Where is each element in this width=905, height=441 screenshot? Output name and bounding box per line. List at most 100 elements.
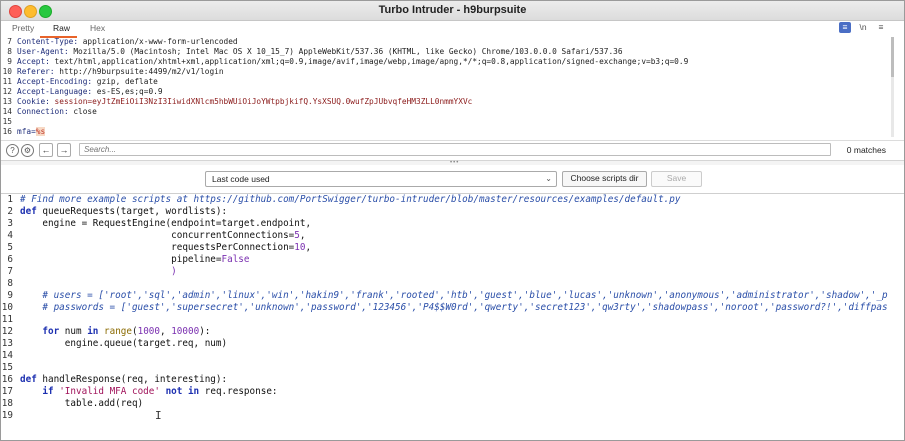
choose-scripts-dir-button[interactable]: Choose scripts dir	[562, 171, 647, 187]
line-number: 3	[7, 218, 13, 229]
line-number: 9	[7, 290, 13, 301]
code-token: # passwords = ['guest','supersecret','un…	[20, 302, 888, 313]
line-number: 5	[7, 242, 13, 253]
code-token: engine.queue(target.req, num)	[20, 338, 228, 349]
code-token: ,	[299, 230, 306, 241]
code-token: pipeline=	[20, 254, 222, 265]
code-token: num	[59, 326, 88, 337]
script-editor[interactable]: 1 # Find more example scripts at https://…	[0, 194, 905, 439]
request-line: 13 Cookie: session=eyJtZmEiOiI3NzI3IiwidX…	[2, 97, 473, 106]
code-token: table.add(req)	[20, 398, 144, 409]
code-token: # users = ['root','sql','admin','linux',…	[20, 290, 888, 301]
view-tabs: Pretty Raw Hex	[0, 21, 905, 38]
code-line: 3 engine = RequestEngine(endpoint=target…	[0, 218, 311, 230]
line-number: 18	[1, 398, 13, 409]
code-line: 10 # passwords = ['guest','supersecret',…	[0, 302, 888, 314]
request-line: 16 mfa=%s	[2, 127, 46, 136]
help-icon[interactable]: ?	[6, 144, 19, 157]
code-token: ,	[305, 242, 312, 253]
code-token: in	[87, 326, 99, 337]
line-number: 19	[1, 410, 13, 421]
code-token: req.response:	[199, 386, 278, 397]
search-bar: ? ⚙ ← → 0 matches	[0, 140, 905, 160]
payload-marker: %s	[35, 127, 46, 136]
code-line: 5 requestsPerConnection=10,	[0, 242, 311, 254]
window-titlebar: Turbo Intruder - h9burpsuite	[0, 0, 905, 21]
line-number: 10	[1, 302, 13, 313]
code-token: def	[20, 374, 37, 385]
code-token: range	[104, 326, 132, 337]
line-number: 15	[1, 362, 13, 373]
code-token: 'Invalid MFA code'	[59, 386, 160, 397]
script-controls: Last code used ⌄ Choose scripts dir Save	[0, 165, 905, 194]
code-token: not in	[165, 386, 200, 397]
code-token: )	[20, 266, 177, 277]
code-line: 17 if 'Invalid MFA code' not in req.resp…	[0, 386, 278, 398]
code-line: 13 engine.queue(target.req, num)	[0, 338, 227, 350]
request-line: 9 Accept: text/html,application/xhtml+xml…	[7, 57, 689, 66]
code-token: # Find more example scripts at https://g…	[20, 194, 681, 205]
code-token: for	[42, 326, 60, 337]
code-line: 9 # users = ['root','sql','admin','linux…	[0, 290, 888, 302]
code-line: 12 for num in range(1000, 10000):	[0, 326, 211, 338]
line-number: 8	[7, 278, 13, 289]
code-token: False	[221, 254, 250, 265]
text-cursor-icon: I	[155, 409, 162, 422]
tab-hex[interactable]: Hex	[90, 23, 105, 33]
code-line: 14	[0, 350, 20, 362]
code-token: 10000	[171, 326, 200, 337]
line-number: 17	[1, 386, 13, 397]
request-line: 14 Connection: close	[2, 107, 97, 116]
code-line: 11	[0, 314, 20, 326]
code-line: 2 def queueRequests(target, wordlists):	[0, 206, 227, 218]
next-match-button[interactable]: →	[57, 143, 71, 157]
code-line: 19	[0, 410, 20, 422]
code-line: 15	[0, 362, 20, 374]
code-line: 16 def handleResponse(req, interesting):	[0, 374, 227, 386]
script-select[interactable]: Last code used ⌄	[205, 171, 557, 187]
line-number: 13	[1, 338, 13, 349]
chevron-down-icon: ⌄	[545, 174, 552, 183]
code-line: 8	[0, 278, 20, 290]
script-select-value: Last code used	[212, 174, 270, 184]
newline-icon[interactable]: \n	[857, 22, 869, 33]
save-button[interactable]: Save	[651, 171, 702, 187]
request-line: 7 Content-Type: application/x-www-form-ur…	[7, 37, 238, 46]
lines-icon[interactable]: ≡	[839, 22, 851, 33]
line-number: 6	[7, 254, 13, 265]
code-line: 7 )	[0, 266, 177, 278]
request-line: 12 Accept-Language: es-ES,es;q=0.9	[2, 87, 163, 96]
request-scrollbar-thumb[interactable]	[891, 37, 894, 77]
code-token: ):	[199, 326, 211, 337]
previous-match-button[interactable]: ←	[39, 143, 53, 157]
line-number: 1	[7, 194, 13, 205]
window-title: Turbo Intruder - h9burpsuite	[378, 4, 527, 16]
tab-raw[interactable]: Raw	[53, 23, 70, 33]
code-line: 4 concurrentConnections=5,	[0, 230, 305, 242]
code-token: def	[20, 206, 37, 217]
line-number: 16	[1, 374, 13, 385]
code-line: 1 # Find more example scripts at https://…	[0, 194, 680, 206]
code-line: 6 pipeline=False	[0, 254, 250, 266]
menu-icon[interactable]: ≡	[875, 22, 887, 33]
settings-gear-icon[interactable]: ⚙	[21, 144, 34, 157]
code-token: engine = RequestEngine(endpoint=target.e…	[20, 218, 312, 229]
search-input[interactable]	[79, 143, 831, 156]
line-number: 12	[1, 326, 13, 337]
line-number: 4	[7, 230, 13, 241]
code-line: 18 table.add(req)	[0, 398, 143, 410]
request-line: 11 Accept-Encoding: gzip, deflate	[2, 77, 158, 86]
editor-toolbar: ≡ \n ≡	[839, 22, 891, 34]
match-count: 0 matches	[846, 145, 886, 155]
request-line: 15	[2, 117, 12, 126]
request-editor[interactable]: 7 Content-Type: application/x-www-form-ur…	[0, 37, 893, 137]
code-token: requestsPerConnection=	[20, 242, 295, 253]
code-token: 10	[294, 242, 306, 253]
code-token: queueRequests(target, wordlists):	[36, 206, 228, 217]
line-number: 7	[7, 266, 13, 277]
request-line: 10 Referer: http://h9burpsuite:4499/m2/v1…	[2, 67, 224, 76]
tab-pretty[interactable]: Pretty	[12, 23, 34, 33]
line-number: 14	[1, 350, 13, 361]
